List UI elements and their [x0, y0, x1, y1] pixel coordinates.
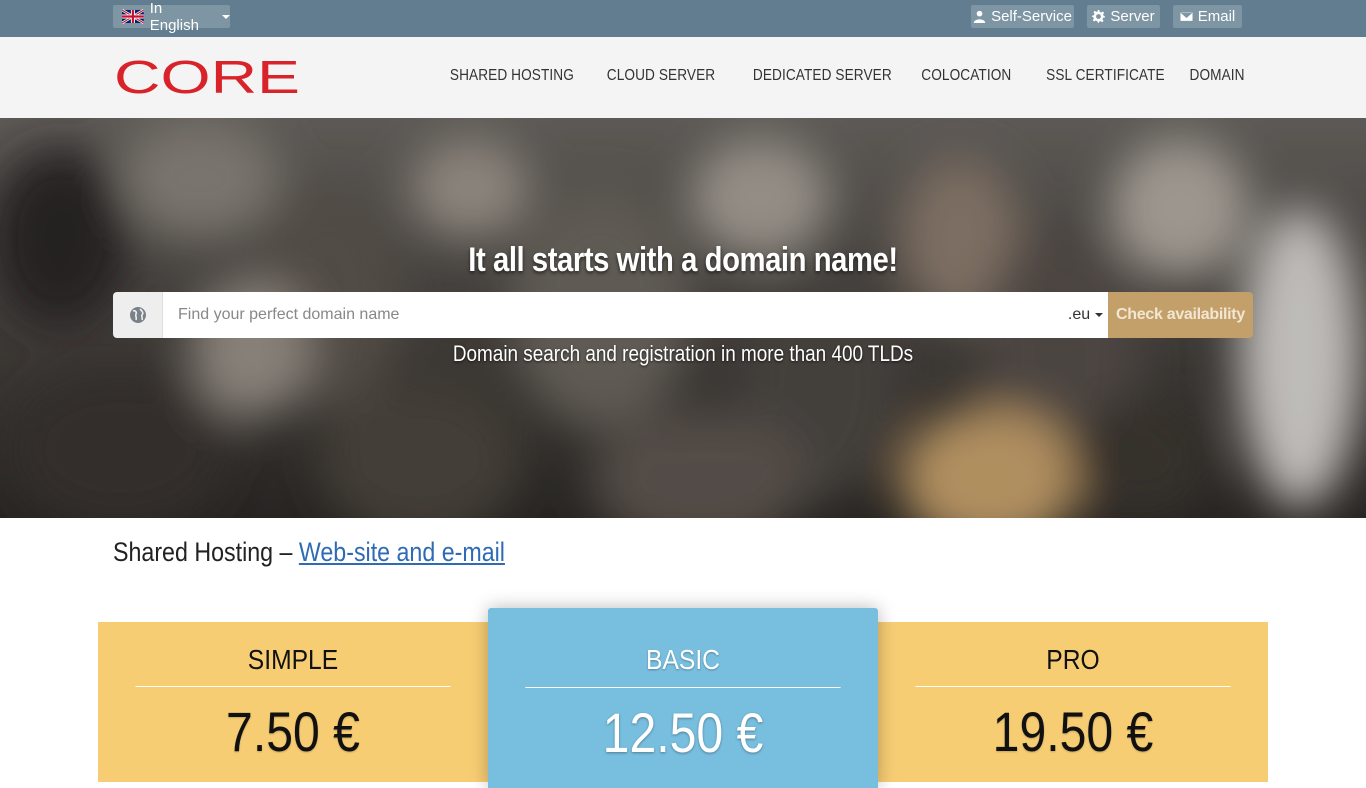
globe-icon — [113, 292, 163, 338]
plan-name: BASIC — [525, 608, 841, 688]
hero-subtitle: Domain search and registration in more t… — [452, 341, 914, 366]
nav-shared-hosting[interactable]: SHARED HOSTING — [450, 67, 574, 85]
domain-search-input[interactable] — [163, 292, 1063, 338]
plan-card-pro[interactable]: PRO 19.50 € — [878, 622, 1268, 782]
self-service-button[interactable]: Self-Service — [971, 5, 1074, 28]
section-title-prefix: Shared Hosting – — [113, 537, 299, 567]
plan-name: PRO — [915, 622, 1231, 687]
main-nav: SHARED HOSTING CLOUD SERVER DEDICATED SE… — [433, 67, 1245, 85]
server-button[interactable]: Server — [1087, 5, 1160, 28]
section-title: Shared Hosting – Web-site and e-mail — [113, 537, 505, 568]
core-logo[interactable]: CORE — [114, 57, 300, 97]
uk-flag-icon — [122, 9, 144, 24]
nav-ssl-certificate[interactable]: SSL CERTIFICATE — [1046, 67, 1165, 85]
nav-domain[interactable]: DOMAIN — [1190, 67, 1245, 85]
hero-banner: It all starts with a domain name! .eu Ch… — [0, 118, 1366, 518]
gear-icon — [1092, 10, 1106, 23]
language-dropdown[interactable]: In English — [113, 0, 230, 34]
check-availability-button[interactable]: Check availability — [1108, 292, 1253, 338]
user-icon — [973, 10, 986, 23]
svg-text:CORE: CORE — [114, 57, 300, 97]
tld-selected-value: .eu — [1067, 306, 1091, 323]
plan-price: 19.50 € — [992, 700, 1154, 763]
plan-name: SIMPLE — [135, 622, 451, 687]
chevron-down-icon — [222, 14, 230, 19]
self-service-label: Self-Service — [991, 8, 1072, 25]
nav-cloud-server[interactable]: CLOUD SERVER — [607, 67, 715, 85]
web-site-and-email-link[interactable]: Web-site and e-mail — [299, 537, 505, 567]
plan-price: 7.50 € — [226, 700, 360, 763]
server-label: Server — [1110, 8, 1155, 25]
top-utility-bar: In English Self-Service Server Email — [0, 0, 1366, 37]
main-header: CORE SHARED HOSTING CLOUD SERVER DEDICAT… — [0, 37, 1366, 118]
plan-price: 12.50 € — [602, 701, 764, 764]
email-button[interactable]: Email — [1173, 5, 1242, 28]
nav-dedicated-server[interactable]: DEDICATED SERVER — [752, 67, 891, 85]
domain-search-bar: .eu Check availability — [113, 292, 1253, 338]
hero-title: It all starts with a domain name! — [468, 241, 898, 279]
plan-card-simple[interactable]: SIMPLE 7.50 € — [98, 622, 488, 782]
plan-card-basic[interactable]: BASIC 12.50 € — [488, 608, 878, 788]
tld-dropdown[interactable]: .eu — [1063, 292, 1108, 338]
language-label: In English — [149, 0, 199, 34]
envelope-icon — [1179, 11, 1193, 22]
chevron-down-icon — [1095, 313, 1104, 317]
email-label: Email — [1197, 8, 1236, 25]
nav-colocation[interactable]: COLOCATION — [922, 67, 1012, 85]
